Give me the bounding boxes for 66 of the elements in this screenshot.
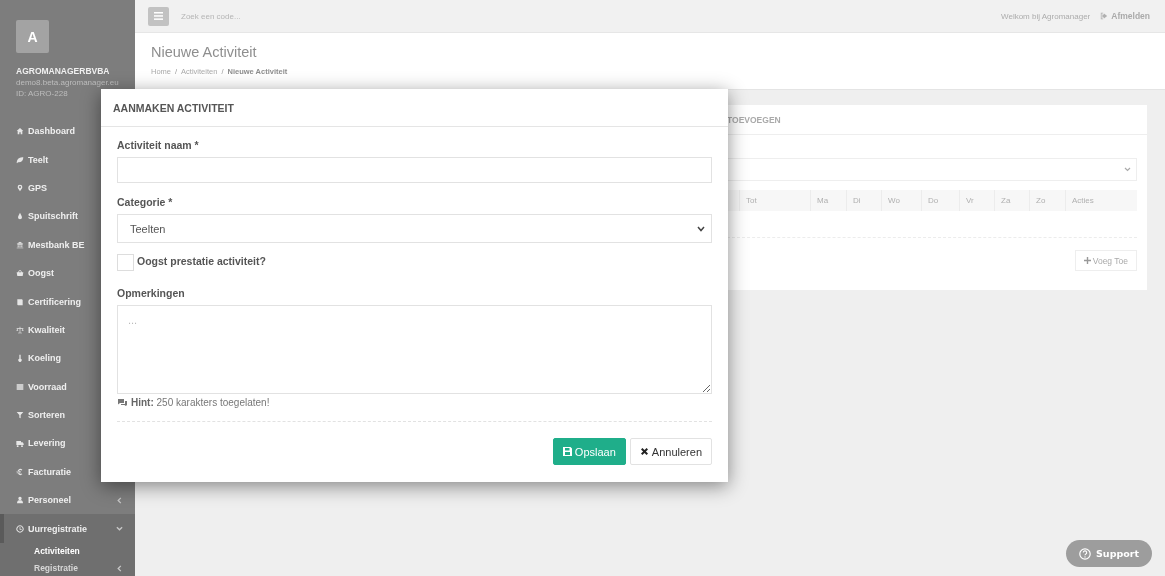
chevron-icon (697, 225, 705, 232)
field-label: Activiteit naam * (117, 139, 200, 151)
column-header: Za (1001, 196, 1011, 205)
menu-item-icon (16, 524, 24, 533)
menu-item-icon (16, 212, 24, 221)
sidebar-item[interactable]: Uurregistratie (0, 514, 135, 543)
sidebar-item[interactable]: Voorraad (0, 372, 101, 401)
field-label: Categorie * (117, 196, 174, 208)
select-field[interactable]: Teelten (117, 214, 712, 243)
menu-button[interactable] (148, 6, 169, 26)
column-header: Ma (817, 196, 829, 205)
menu-item-icon (16, 325, 24, 334)
menu-item-icon (16, 297, 24, 306)
sidebar-item[interactable]: Mestbank BE (0, 230, 101, 259)
dialog-title: AANMAKEN ACTIVITEIT (113, 101, 234, 114)
sidebar-item[interactable]: Oogst (0, 258, 101, 288)
company-name: AGROMANAGERBVBA (16, 66, 111, 76)
column-header: Wo (888, 196, 900, 205)
checkbox[interactable] (117, 254, 134, 271)
menu-item-icon (16, 183, 24, 192)
comments-icon (117, 398, 128, 407)
sidebar-item[interactable]: Sorteren (0, 400, 101, 430)
sidebar-item[interactable]: Levering (0, 429, 101, 458)
add-button[interactable]: Voeg Toe (1074, 250, 1137, 271)
sidebar-item[interactable]: Certificering (0, 287, 101, 316)
chevron-icon (1124, 167, 1131, 172)
checkbox-label: Oogst prestatie activiteit? (137, 255, 266, 267)
logout-icon (1100, 12, 1109, 20)
menu-item-icon (16, 155, 24, 164)
hint-text: Hint: 250 karakters toegelaten! (131, 397, 270, 408)
menu-item-icon (16, 127, 24, 136)
menu-item-icon (16, 467, 24, 476)
field-label: Opmerkingen (117, 287, 186, 299)
sidebar-item[interactable]: Koeling (0, 344, 101, 373)
menu-icon (154, 12, 163, 20)
sidebar-item[interactable]: GPS (0, 173, 101, 203)
sidebar-item[interactable]: Facturatie (0, 457, 101, 487)
company-avatar: A (16, 20, 49, 53)
menu-item-icon (16, 382, 24, 391)
support-button[interactable]: Support (1066, 540, 1152, 567)
help-icon (1079, 547, 1092, 560)
save-button[interactable]: Opslaan (552, 438, 626, 465)
sidebar-item[interactable]: Personeel (0, 486, 135, 515)
menu-item-icon (16, 439, 24, 448)
sidebar-item[interactable]: Kwaliteit (0, 315, 101, 345)
logout-link[interactable]: Afmelden (1100, 11, 1150, 21)
menu-item-icon (16, 354, 24, 363)
page-title: Nieuwe Activiteit (151, 44, 258, 60)
textarea-field[interactable]: ... (117, 305, 712, 394)
select-field[interactable] (727, 158, 1137, 181)
column-header: Vr (966, 196, 974, 205)
sidebar-item[interactable]: Spuitschrift (0, 202, 101, 231)
menu-item-icon (16, 269, 24, 278)
card-title: TOEVOEGEN (727, 115, 781, 125)
menu-item-icon (16, 240, 24, 249)
plus-icon (1083, 257, 1091, 264)
sidebar-item[interactable]: Dashboard (0, 117, 101, 146)
menu-item-icon (16, 411, 24, 420)
column-header: Acties (1072, 196, 1094, 205)
sidebar-item[interactable]: Teelt (0, 145, 101, 174)
column-header: Tot (746, 196, 757, 205)
input-field[interactable] (117, 157, 712, 183)
close-icon (639, 447, 649, 456)
cancel-button[interactable]: Annuleren (629, 438, 712, 465)
column-header: Zo (1036, 196, 1046, 205)
menu-item-icon (16, 496, 24, 505)
